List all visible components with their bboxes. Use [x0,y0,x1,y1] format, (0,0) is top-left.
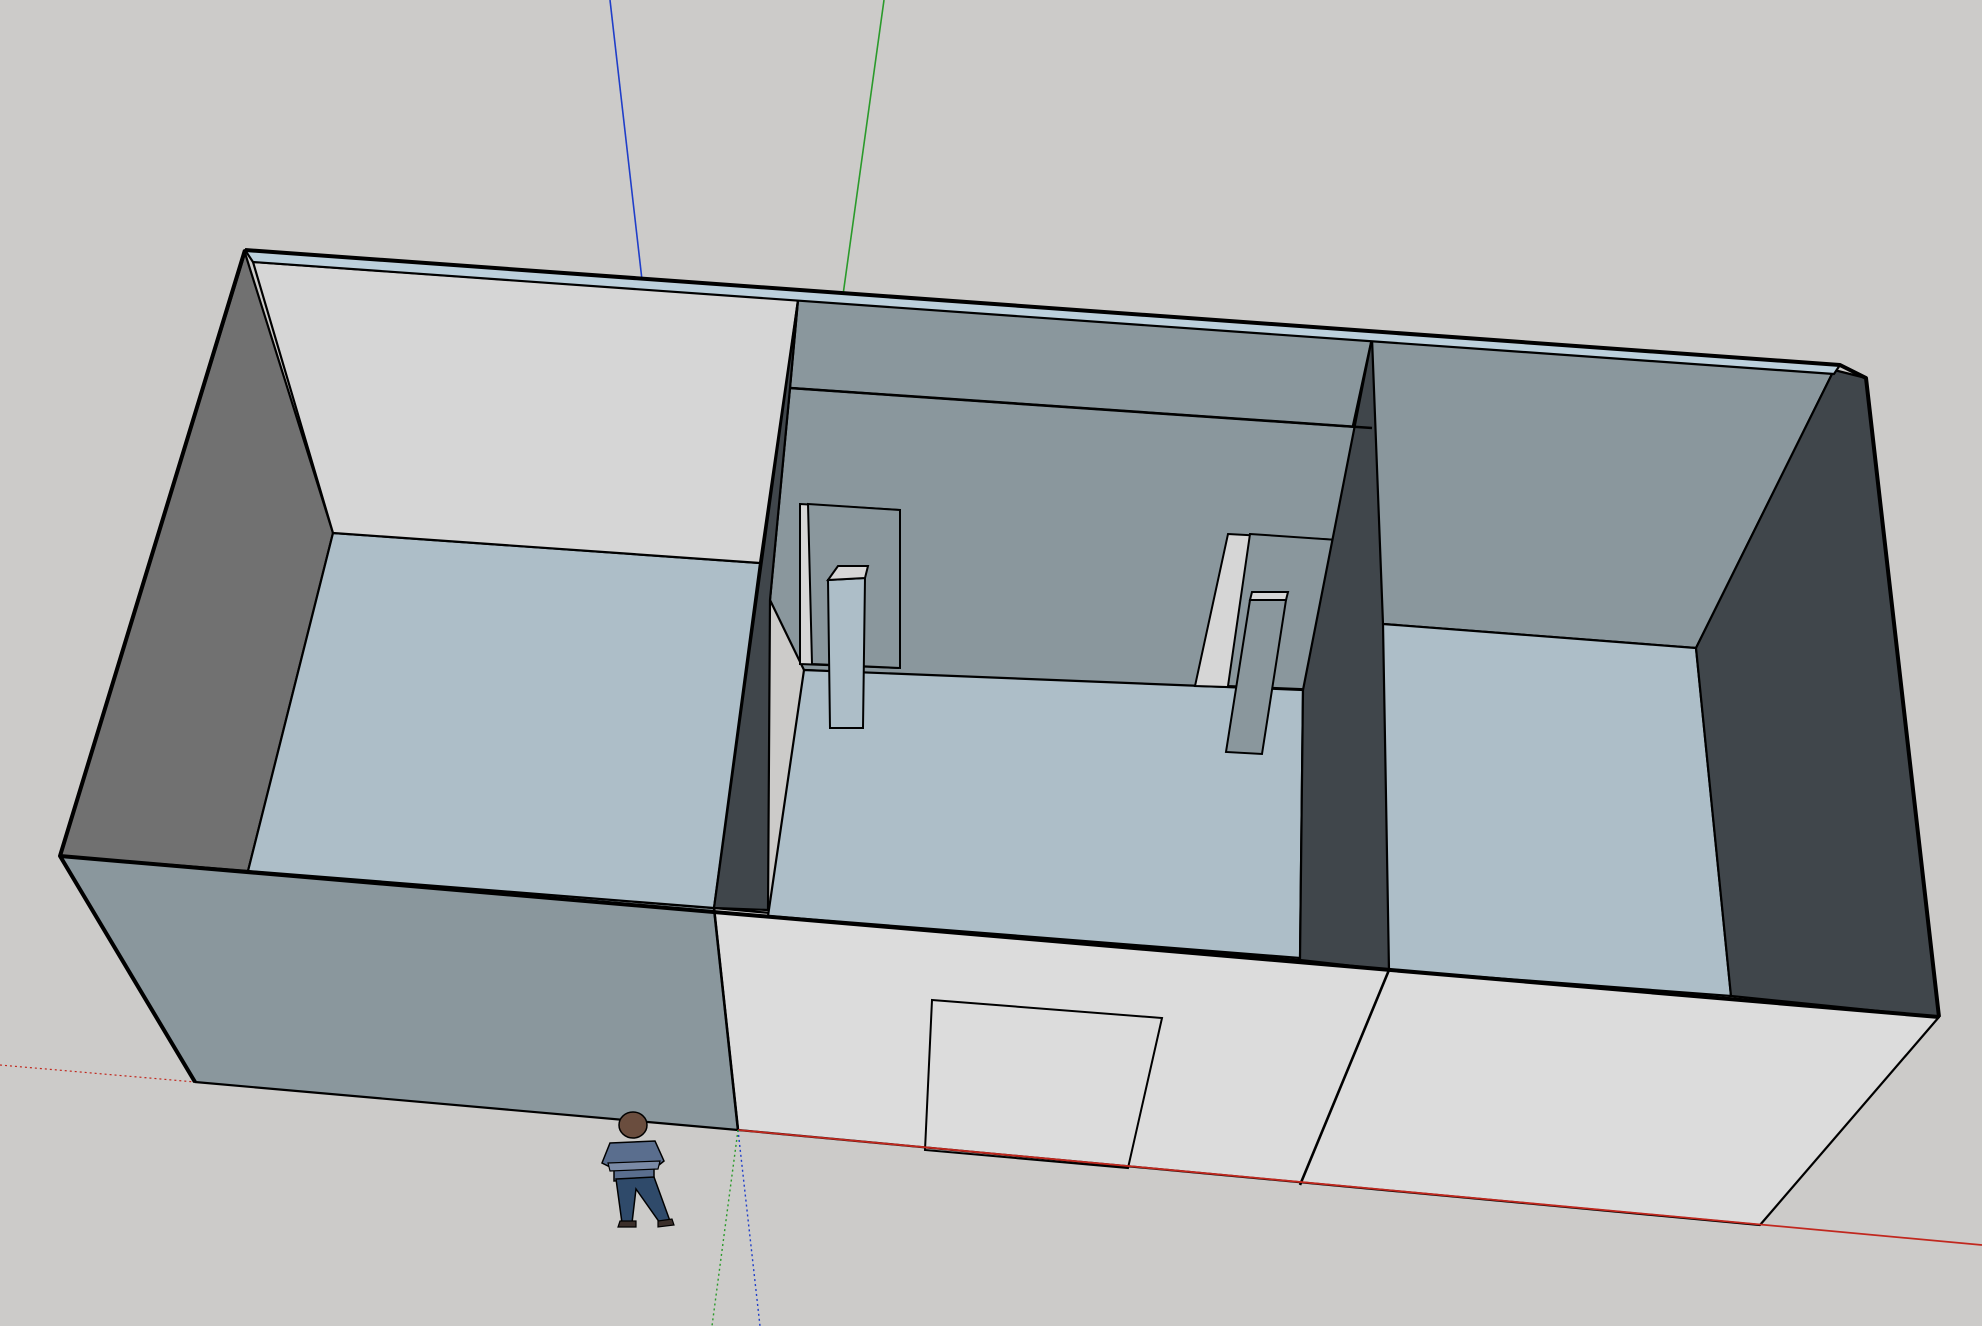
room-right-floor [1381,622,1733,998]
3d-model-canvas[interactable] [0,0,1982,1326]
right-pillar-top [1248,591,1290,601]
scale-figure-head [618,1111,648,1139]
scale-figure-arms [607,1160,661,1172]
modeling-viewport[interactable] [0,0,1982,1326]
room-left-floor [246,531,762,910]
left-pillar-front [826,576,867,729]
room-left-back-wall [251,260,800,565]
